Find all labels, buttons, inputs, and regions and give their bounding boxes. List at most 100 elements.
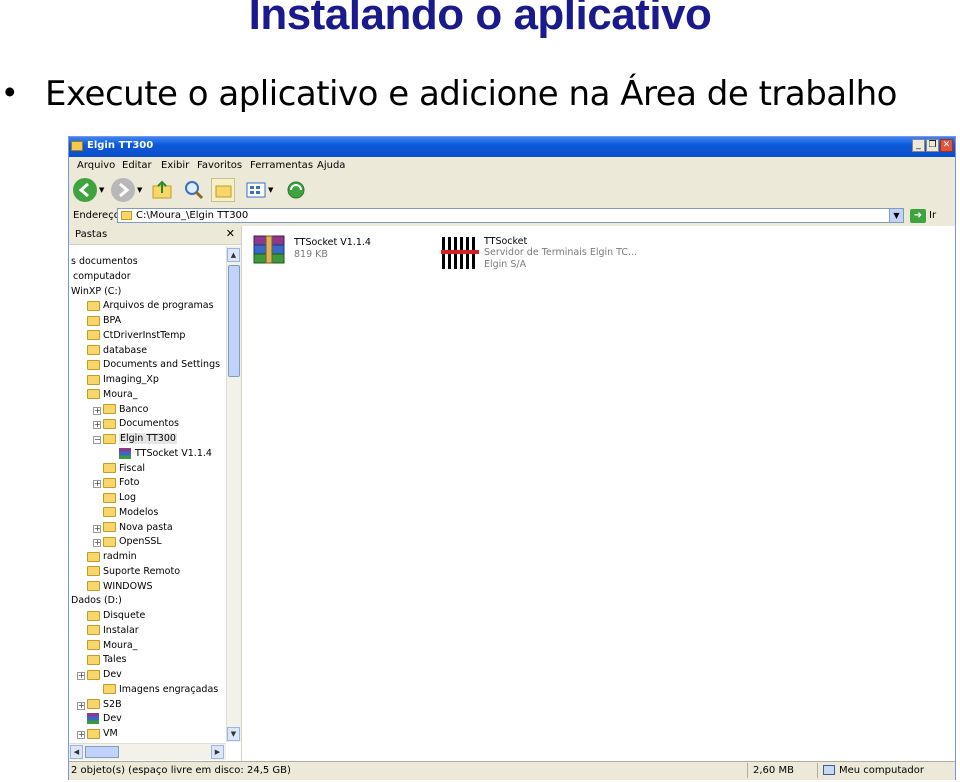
menu-exibir[interactable]: Exibir	[161, 160, 189, 171]
tree-item[interactable]: BPA	[87, 315, 121, 329]
tree-item[interactable]: Nova pasta	[103, 522, 173, 536]
tree-item[interactable]: Imagens engraçadas	[103, 684, 218, 698]
folder-icon	[87, 654, 100, 665]
file-list-pane: TTSocket V1.1.4 819 KB TTSocket Servidor…	[242, 226, 955, 761]
folder-icon	[103, 536, 116, 547]
close-button[interactable]: ✕	[940, 139, 953, 152]
scroll-thumb[interactable]	[228, 265, 240, 377]
tree-item-label: WINDOWS	[103, 580, 153, 592]
tree-item[interactable]: S2B	[87, 699, 122, 713]
tree-item[interactable]: Elgin TT300	[103, 433, 177, 447]
tree-item[interactable]: Moura_	[87, 640, 138, 654]
tree-item-label: CtDriverInstTemp	[103, 329, 186, 341]
tree-item-label: computador	[73, 270, 131, 282]
tree-item[interactable]: s documentos	[71, 256, 138, 270]
folder-icon	[87, 610, 100, 621]
folder-tree-pane: Pastas ✕ s documentos computador WinXP (C:…	[69, 226, 242, 761]
go-arrow-icon[interactable]: ➜	[910, 209, 926, 223]
folder-up-icon[interactable]	[151, 179, 173, 201]
tree-item[interactable]: WINDOWS	[87, 581, 153, 595]
expand-icon[interactable]: +	[93, 406, 101, 415]
tree-item[interactable]: database	[87, 345, 147, 359]
tree-item-label: Tales	[103, 654, 127, 666]
tree-item[interactable]: Arquivos de programas	[87, 300, 214, 314]
tree-item[interactable]: OpenSSL	[103, 536, 162, 550]
folder-icon	[103, 477, 116, 488]
title-bar[interactable]: Elgin TT300 _ ❐ ✕	[69, 137, 955, 157]
tree-item[interactable]: Log	[103, 492, 136, 506]
tree-item[interactable]: Instalar	[87, 625, 139, 639]
tree-item[interactable]: Disquete	[87, 610, 145, 624]
bullet-dot: •	[4, 73, 16, 110]
tree-item-label: Moura_	[103, 388, 138, 400]
scroll-down-arrow-icon[interactable]: ▼	[227, 727, 240, 741]
menu-ferramentas[interactable]: Ferramentas	[250, 160, 313, 171]
tree-item[interactable]: Imaging_Xp	[87, 374, 159, 388]
expand-icon[interactable]: +	[93, 539, 101, 548]
tree-item[interactable]: Suporte Remoto	[87, 566, 180, 580]
back-arrow-icon[interactable]	[73, 178, 97, 202]
expand-icon[interactable]: +	[77, 731, 85, 739]
collapse-icon[interactable]: −	[93, 436, 101, 444]
tree-item[interactable]: Dev	[87, 713, 122, 727]
bullet-text: Execute o aplicativo e adicione na Área …	[45, 74, 897, 114]
tree-item-label: Imagens engraçadas	[119, 683, 219, 695]
go-button[interactable]: Ir	[929, 210, 936, 221]
chevron-down-icon[interactable]: ▼	[137, 186, 142, 194]
tree-item-label: VM	[103, 728, 118, 739]
folder-icon	[87, 389, 100, 400]
vertical-scrollbar[interactable]: ▲ ▼	[226, 246, 241, 742]
tree-item[interactable]: computador	[73, 271, 131, 285]
tree-item[interactable]: Documentos	[103, 418, 179, 432]
expand-icon[interactable]: +	[77, 672, 85, 680]
expand-icon[interactable]: +	[93, 421, 101, 430]
menu-editar[interactable]: Editar	[122, 160, 152, 171]
expand-icon[interactable]: +	[77, 701, 85, 710]
menu-ajuda[interactable]: Ajuda	[317, 160, 345, 171]
folders-icon[interactable]	[211, 178, 235, 202]
tree-item[interactable]: radmin	[87, 551, 137, 565]
search-icon[interactable]	[183, 179, 205, 201]
winrar-archive-icon	[87, 713, 99, 725]
tree-item[interactable]: WinXP (C:)	[71, 286, 121, 300]
tree-item[interactable]: Dev	[87, 669, 122, 683]
forward-arrow-icon[interactable]	[111, 178, 135, 202]
minimize-button[interactable]: _	[912, 139, 925, 152]
tree-item-label: Modelos	[119, 506, 159, 518]
menu-arquivo[interactable]: Arquivo	[77, 160, 115, 171]
sync-icon[interactable]	[285, 179, 307, 201]
tree-item[interactable]: Documents and Settings	[87, 359, 220, 373]
computer-icon	[823, 765, 835, 775]
scroll-thumb[interactable]	[85, 746, 119, 758]
tree-item-label: Imaging_Xp	[103, 374, 159, 385]
tree-item[interactable]: TTSocket V1.1.4	[119, 447, 212, 462]
scroll-up-arrow-icon[interactable]: ▲	[227, 248, 240, 262]
tree-item[interactable]: Modelos	[103, 507, 158, 521]
horizontal-scrollbar[interactable]: ◀ ▶	[69, 743, 226, 760]
expand-icon[interactable]: +	[93, 480, 101, 489]
tree-item[interactable]: Foto	[103, 477, 139, 491]
tree-item-label: Dev	[103, 669, 122, 680]
status-objects: 2 objeto(s) (espaço livre em disco: 24,5…	[71, 765, 291, 776]
address-input[interactable]: C:\Moura_\Elgin TT300 ▼	[117, 208, 904, 223]
scroll-left-arrow-icon[interactable]: ◀	[70, 745, 83, 759]
scroll-right-arrow-icon[interactable]: ▶	[211, 745, 224, 759]
chevron-down-icon[interactable]: ▼	[889, 209, 903, 222]
tree-item[interactable]: Moura_	[87, 389, 138, 403]
menu-favoritos[interactable]: Favoritos	[197, 160, 242, 171]
chevron-down-icon[interactable]: ▼	[268, 186, 273, 194]
views-icon[interactable]	[245, 179, 267, 201]
tree-item[interactable]: Banco	[103, 404, 148, 418]
tree-item[interactable]: Dados (D:)	[71, 595, 122, 609]
tree-item[interactable]: Fiscal	[103, 463, 145, 477]
tree-item[interactable]: Tales	[87, 654, 127, 668]
expand-icon[interactable]: +	[93, 524, 101, 533]
address-label: Endereço	[73, 210, 120, 221]
folder-icon	[87, 699, 100, 709]
tree-item[interactable]: CtDriverInstTemp	[87, 330, 185, 344]
folder-icon	[87, 625, 100, 636]
close-icon[interactable]: ✕	[226, 227, 235, 240]
maximize-button[interactable]: ❐	[926, 139, 939, 152]
tree-item[interactable]: VM	[87, 728, 118, 742]
chevron-down-icon[interactable]: ▼	[99, 186, 104, 194]
